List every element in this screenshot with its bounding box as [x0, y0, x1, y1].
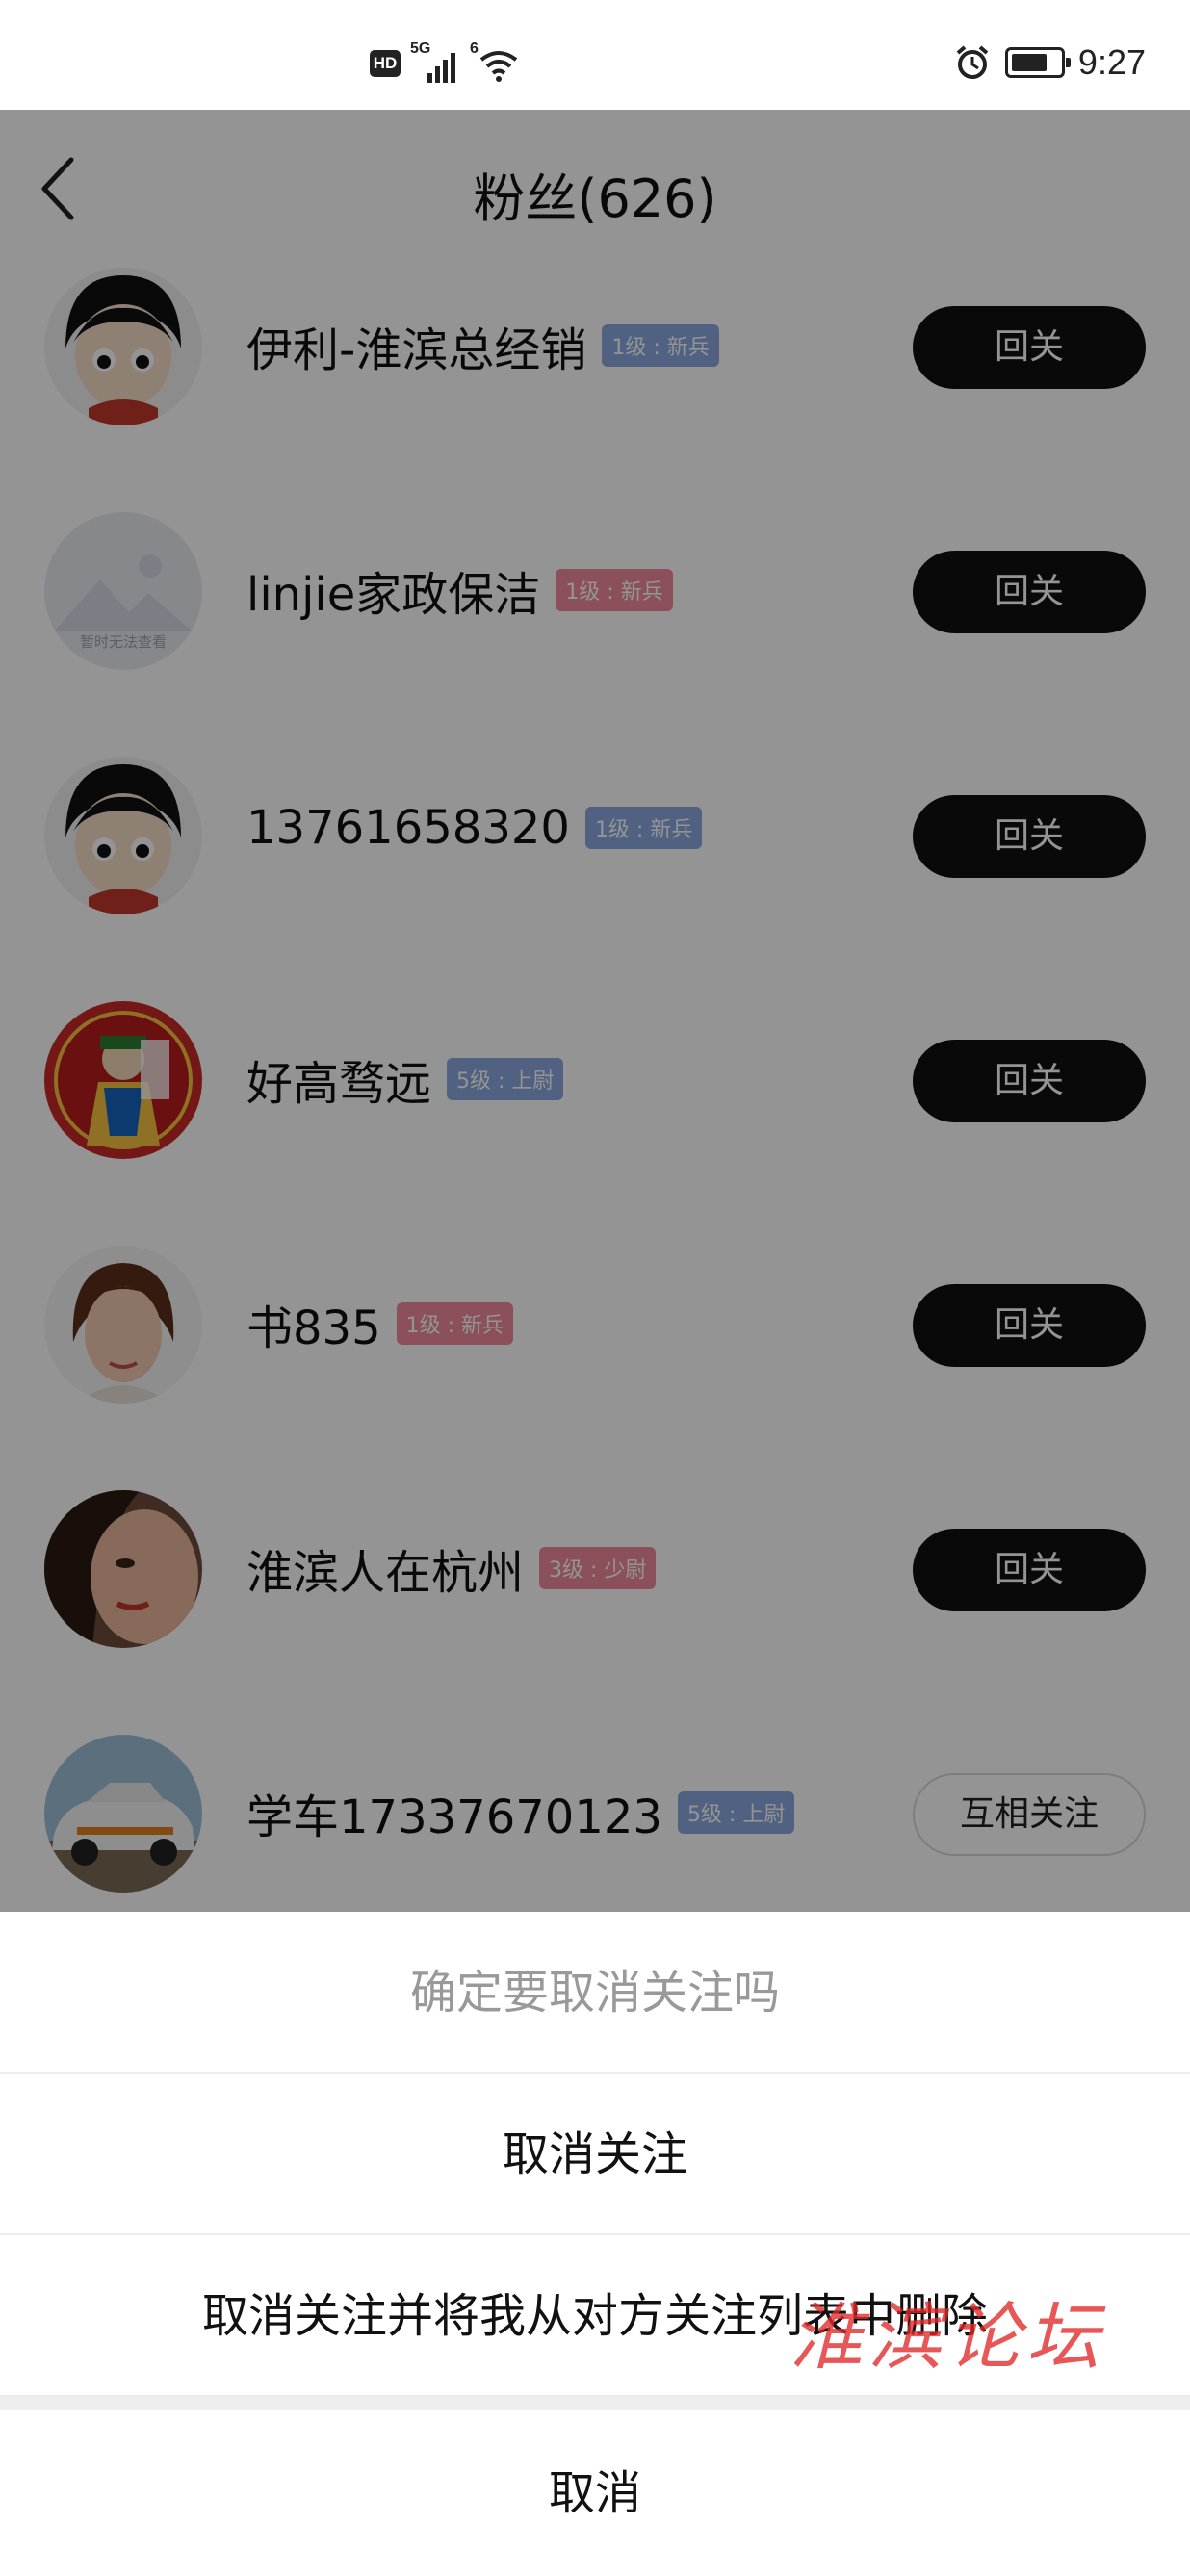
clock: 9:27 [1077, 42, 1146, 82]
unfollow-action-sheet: 确定要取消关注吗 取消关注 取消关注并将我从对方关注列表中删除 取消 [0, 1912, 1190, 2576]
wifi-icon: 6 [470, 40, 520, 83]
unfollow-option[interactable]: 取消关注 [0, 2074, 1190, 2235]
status-bar: HD 5G 6 9:27 [0, 0, 1190, 110]
wifi-tag: 6 [470, 40, 479, 57]
battery-icon [1004, 47, 1071, 78]
action-sheet-title: 确定要取消关注吗 [0, 1912, 1190, 2074]
alarm-icon [956, 45, 989, 79]
divider [0, 2397, 1190, 2410]
connectivity-icons: HD 5G 6 [370, 40, 520, 83]
cancel-button[interactable]: 取消 [0, 2410, 1190, 2576]
signal-icon: 5G [410, 40, 460, 83]
hd-icon: HD [370, 50, 401, 77]
watermark: 淮滨论坛 [789, 2294, 1105, 2380]
